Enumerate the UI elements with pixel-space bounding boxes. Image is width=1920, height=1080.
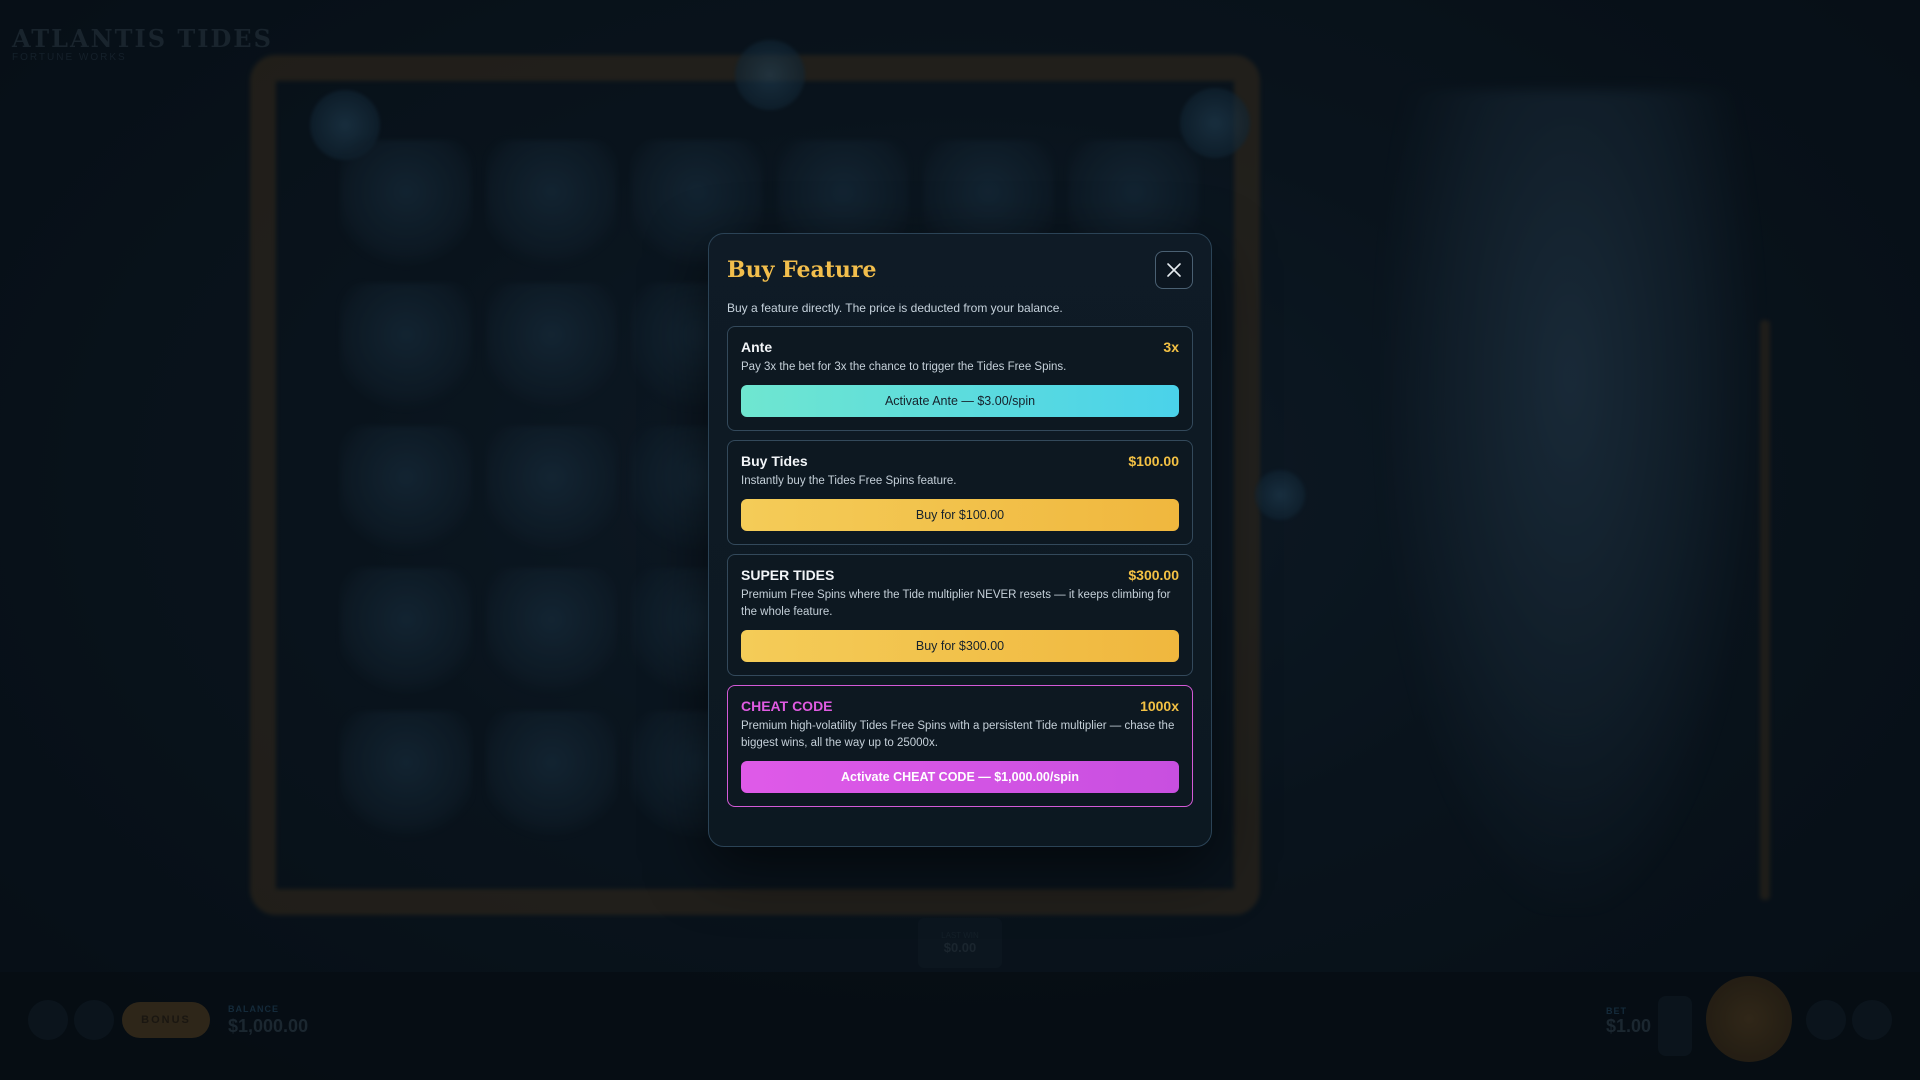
buy-feature-modal: Buy Feature Buy a feature directly. The … <box>708 233 1212 847</box>
feature-card-super-tides: SUPER TIDES $300.00 Premium Free Spins w… <box>727 554 1193 676</box>
feature-name: SUPER TIDES <box>741 567 835 583</box>
close-button[interactable] <box>1155 251 1193 289</box>
activate-ante-button[interactable]: Activate Ante — $3.00/spin <box>741 385 1179 417</box>
feature-name: Buy Tides <box>741 453 808 469</box>
feature-description: Premium Free Spins where the Tide multip… <box>741 589 1171 618</box>
feature-price: $300.00 <box>1128 567 1179 583</box>
feature-card-ante: Ante 3x Pay 3x the bet for 3x the chance… <box>727 326 1193 431</box>
feature-name: Ante <box>741 339 773 355</box>
activate-cheat-code-button[interactable]: Activate CHEAT CODE — $1,000.00/spin <box>741 761 1179 793</box>
buy-tides-button[interactable]: Buy for $100.00 <box>741 499 1179 531</box>
feature-description: Premium high-volatility Tides Free Spins… <box>741 720 1175 749</box>
feature-price: 1000x <box>1140 698 1179 714</box>
game-screen: ATLANTIS TIDES FORTUNE WORKS LAST WIN $0… <box>0 0 1920 1080</box>
close-icon <box>1167 263 1181 277</box>
feature-description: Pay 3x the bet for 3x the chance to trig… <box>741 361 1067 373</box>
modal-description: Buy a feature directly. The price is ded… <box>727 301 1063 315</box>
feature-card-buy-tides: Buy Tides $100.00 Instantly buy the Tide… <box>727 440 1193 545</box>
modal-title: Buy Feature <box>727 257 877 283</box>
feature-price: $100.00 <box>1128 453 1179 469</box>
feature-description: Instantly buy the Tides Free Spins featu… <box>741 475 957 487</box>
feature-price: 3x <box>1163 339 1179 355</box>
feature-name: CHEAT CODE <box>741 698 833 714</box>
buy-super-tides-button[interactable]: Buy for $300.00 <box>741 630 1179 662</box>
feature-card-cheat-code: CHEAT CODE 1000x Premium high-volatility… <box>727 685 1193 807</box>
